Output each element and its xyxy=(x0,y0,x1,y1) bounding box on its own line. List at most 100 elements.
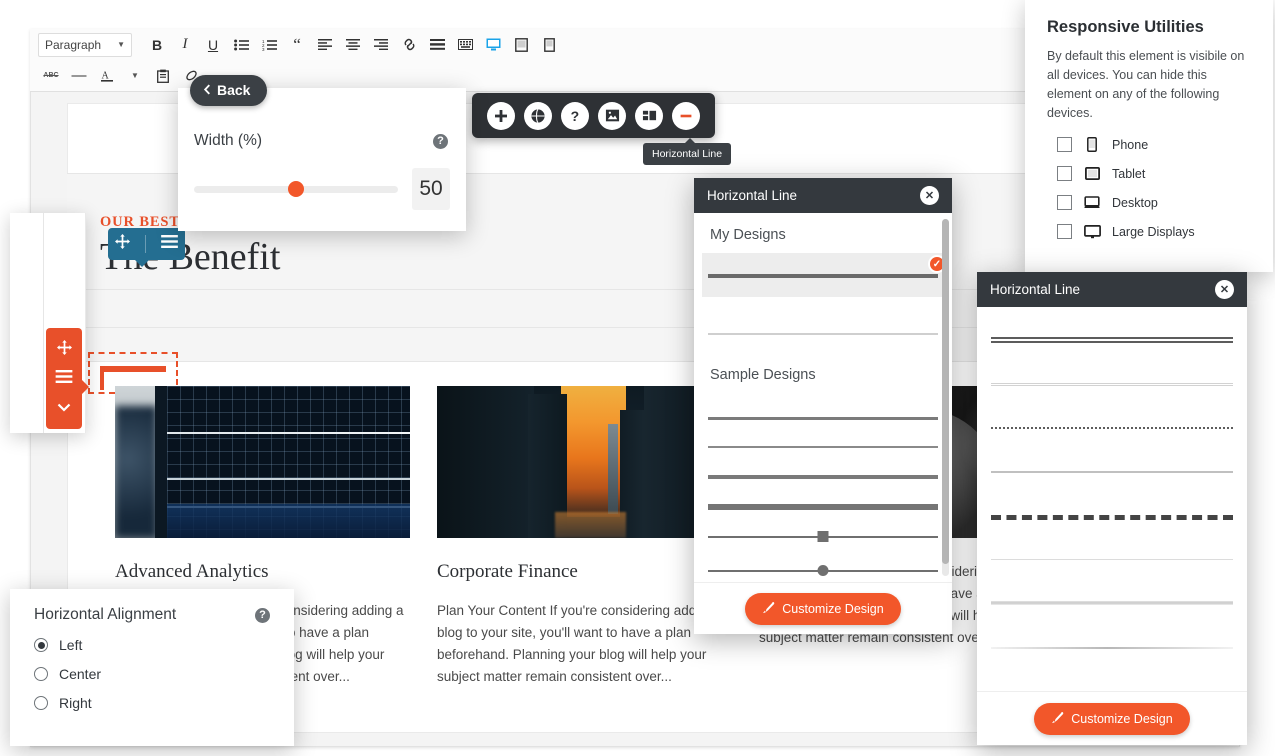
strikethrough-icon[interactable]: ABC xyxy=(38,63,64,89)
line-style-dashed[interactable] xyxy=(991,491,1233,535)
responsive-option-phone[interactable]: Phone xyxy=(1047,137,1251,152)
tablet-label: Tablet xyxy=(1112,166,1146,181)
blockquote-icon[interactable]: “ xyxy=(284,32,310,58)
chevron-down-icon: ▼ xyxy=(117,40,125,49)
line-style-dotted[interactable] xyxy=(991,403,1233,447)
back-label: Back xyxy=(217,82,251,98)
large-display-checkbox[interactable] xyxy=(1057,224,1072,239)
remove-module-icon[interactable] xyxy=(672,101,701,130)
insert-more-icon[interactable] xyxy=(424,32,450,58)
right-label: Right xyxy=(59,695,92,711)
scrollbar-thumb[interactable] xyxy=(942,219,949,564)
chevron-down-icon[interactable] xyxy=(57,399,71,417)
left-radio[interactable] xyxy=(34,638,48,652)
alignment-option-center[interactable]: Center xyxy=(34,666,270,682)
width-slider[interactable] xyxy=(194,181,398,197)
underline-icon[interactable]: U xyxy=(200,32,226,58)
question-mark-icon[interactable]: ? xyxy=(433,133,448,149)
customize-design-label: Customize Design xyxy=(782,601,884,616)
back-button[interactable]: Back xyxy=(190,75,268,106)
line-style-double[interactable] xyxy=(991,315,1233,359)
horizontal-rule-icon[interactable]: — xyxy=(66,63,92,89)
paragraph-format-value: Paragraph xyxy=(45,37,102,52)
city-sunset-image xyxy=(437,386,732,538)
design-item[interactable] xyxy=(702,456,944,486)
bulleted-list-icon[interactable] xyxy=(228,32,254,58)
modal-title: Horizontal Line xyxy=(990,282,1081,297)
move-icon[interactable] xyxy=(56,340,72,360)
large-display-label: Large Displays xyxy=(1112,224,1195,239)
line-style-gradient-fade[interactable] xyxy=(991,623,1233,667)
line-style-solid-light[interactable] xyxy=(991,447,1233,491)
bold-icon[interactable]: B xyxy=(144,32,170,58)
horizontal-line-designs-modal: Horizontal Line ✕ My Designs ✓ Sample De… xyxy=(694,178,952,634)
design-item-circle-marker[interactable] xyxy=(702,550,944,584)
tablet-preview-icon[interactable] xyxy=(508,32,534,58)
responsive-option-desktop[interactable]: Desktop xyxy=(1047,195,1251,210)
customize-design-button[interactable]: Customize Design xyxy=(1034,702,1190,735)
add-module-icon[interactable] xyxy=(486,101,515,130)
module-action-toolbar: ? xyxy=(472,93,715,138)
help-icon[interactable]: ? xyxy=(560,101,589,130)
design-item-selected[interactable]: ✓ xyxy=(702,253,946,297)
numbered-list-icon[interactable]: 123 xyxy=(256,32,282,58)
align-right-icon[interactable] xyxy=(368,32,394,58)
text-color-dropdown-icon[interactable]: ▼ xyxy=(122,63,148,89)
mobile-preview-icon[interactable] xyxy=(536,32,562,58)
alignment-option-left[interactable]: Left xyxy=(34,637,270,653)
question-mark-icon[interactable]: ? xyxy=(255,607,270,623)
tablet-checkbox[interactable] xyxy=(1057,166,1072,181)
card-corporate-finance: Corporate Finance Plan Your Content If y… xyxy=(437,386,732,687)
alignment-option-right[interactable]: Right xyxy=(34,695,270,711)
design-item[interactable] xyxy=(702,486,944,516)
menu-icon[interactable] xyxy=(55,370,73,388)
global-module-icon[interactable] xyxy=(523,101,552,130)
phone-checkbox[interactable] xyxy=(1057,137,1072,152)
align-center-icon[interactable] xyxy=(340,32,366,58)
horizontal-alignment-panel: Horizontal Alignment ? Left Center Right xyxy=(10,589,294,746)
italic-icon[interactable]: I xyxy=(172,32,198,58)
design-item[interactable] xyxy=(702,426,944,456)
modal-body: My Designs ✓ Sample Designs Customize De… xyxy=(694,213,952,634)
menu-icon[interactable] xyxy=(160,235,178,253)
close-icon[interactable]: ✕ xyxy=(1215,280,1234,299)
line-style-soft-gray[interactable] xyxy=(991,579,1233,623)
design-item[interactable] xyxy=(702,393,944,426)
brush-icon xyxy=(1051,711,1064,727)
design-item[interactable] xyxy=(702,297,944,353)
desktop-checkbox[interactable] xyxy=(1057,195,1072,210)
customize-design-button[interactable]: Customize Design xyxy=(745,592,901,625)
link-icon[interactable] xyxy=(396,32,422,58)
width-slider-knob[interactable] xyxy=(288,181,304,197)
card-body: Plan Your Content If you're considering … xyxy=(437,603,726,684)
modal-header: Horizontal Line ✕ xyxy=(694,178,952,213)
svg-text:3: 3 xyxy=(262,47,265,51)
line-style-thin[interactable] xyxy=(991,359,1233,403)
image-module-icon[interactable] xyxy=(598,101,627,130)
module-drag-handle-orange[interactable] xyxy=(46,328,89,429)
keyboard-shortcuts-icon[interactable] xyxy=(452,32,478,58)
text-color-icon[interactable]: A xyxy=(94,63,120,89)
center-radio[interactable] xyxy=(34,667,48,681)
width-value-input[interactable]: 50 xyxy=(412,168,450,210)
brush-icon xyxy=(762,601,775,617)
desktop-preview-icon[interactable] xyxy=(480,32,506,58)
move-icon[interactable] xyxy=(115,234,131,254)
close-icon[interactable]: ✕ xyxy=(920,186,939,205)
right-radio[interactable] xyxy=(34,696,48,710)
align-left-icon[interactable] xyxy=(312,32,338,58)
paste-as-text-icon[interactable] xyxy=(150,63,176,89)
line-style-hairline[interactable] xyxy=(991,535,1233,579)
responsive-option-large-displays[interactable]: Large Displays xyxy=(1047,224,1251,239)
responsive-panel-description: By default this element is visibile on a… xyxy=(1047,49,1245,120)
left-label: Left xyxy=(59,637,83,653)
layout-module-icon[interactable] xyxy=(635,101,664,130)
large-display-icon xyxy=(1083,224,1101,239)
design-item-square-marker[interactable] xyxy=(702,516,944,550)
responsive-option-tablet[interactable]: Tablet xyxy=(1047,166,1251,181)
responsive-panel-title: Responsive Utilities xyxy=(1047,18,1204,36)
width-settings-panel: Back Width (%) ? 50 xyxy=(178,75,466,231)
row-drag-handle-blue[interactable] xyxy=(108,228,185,267)
my-designs-label: My Designs xyxy=(710,227,786,243)
paragraph-format-select[interactable]: Paragraph ▼ xyxy=(38,32,132,57)
